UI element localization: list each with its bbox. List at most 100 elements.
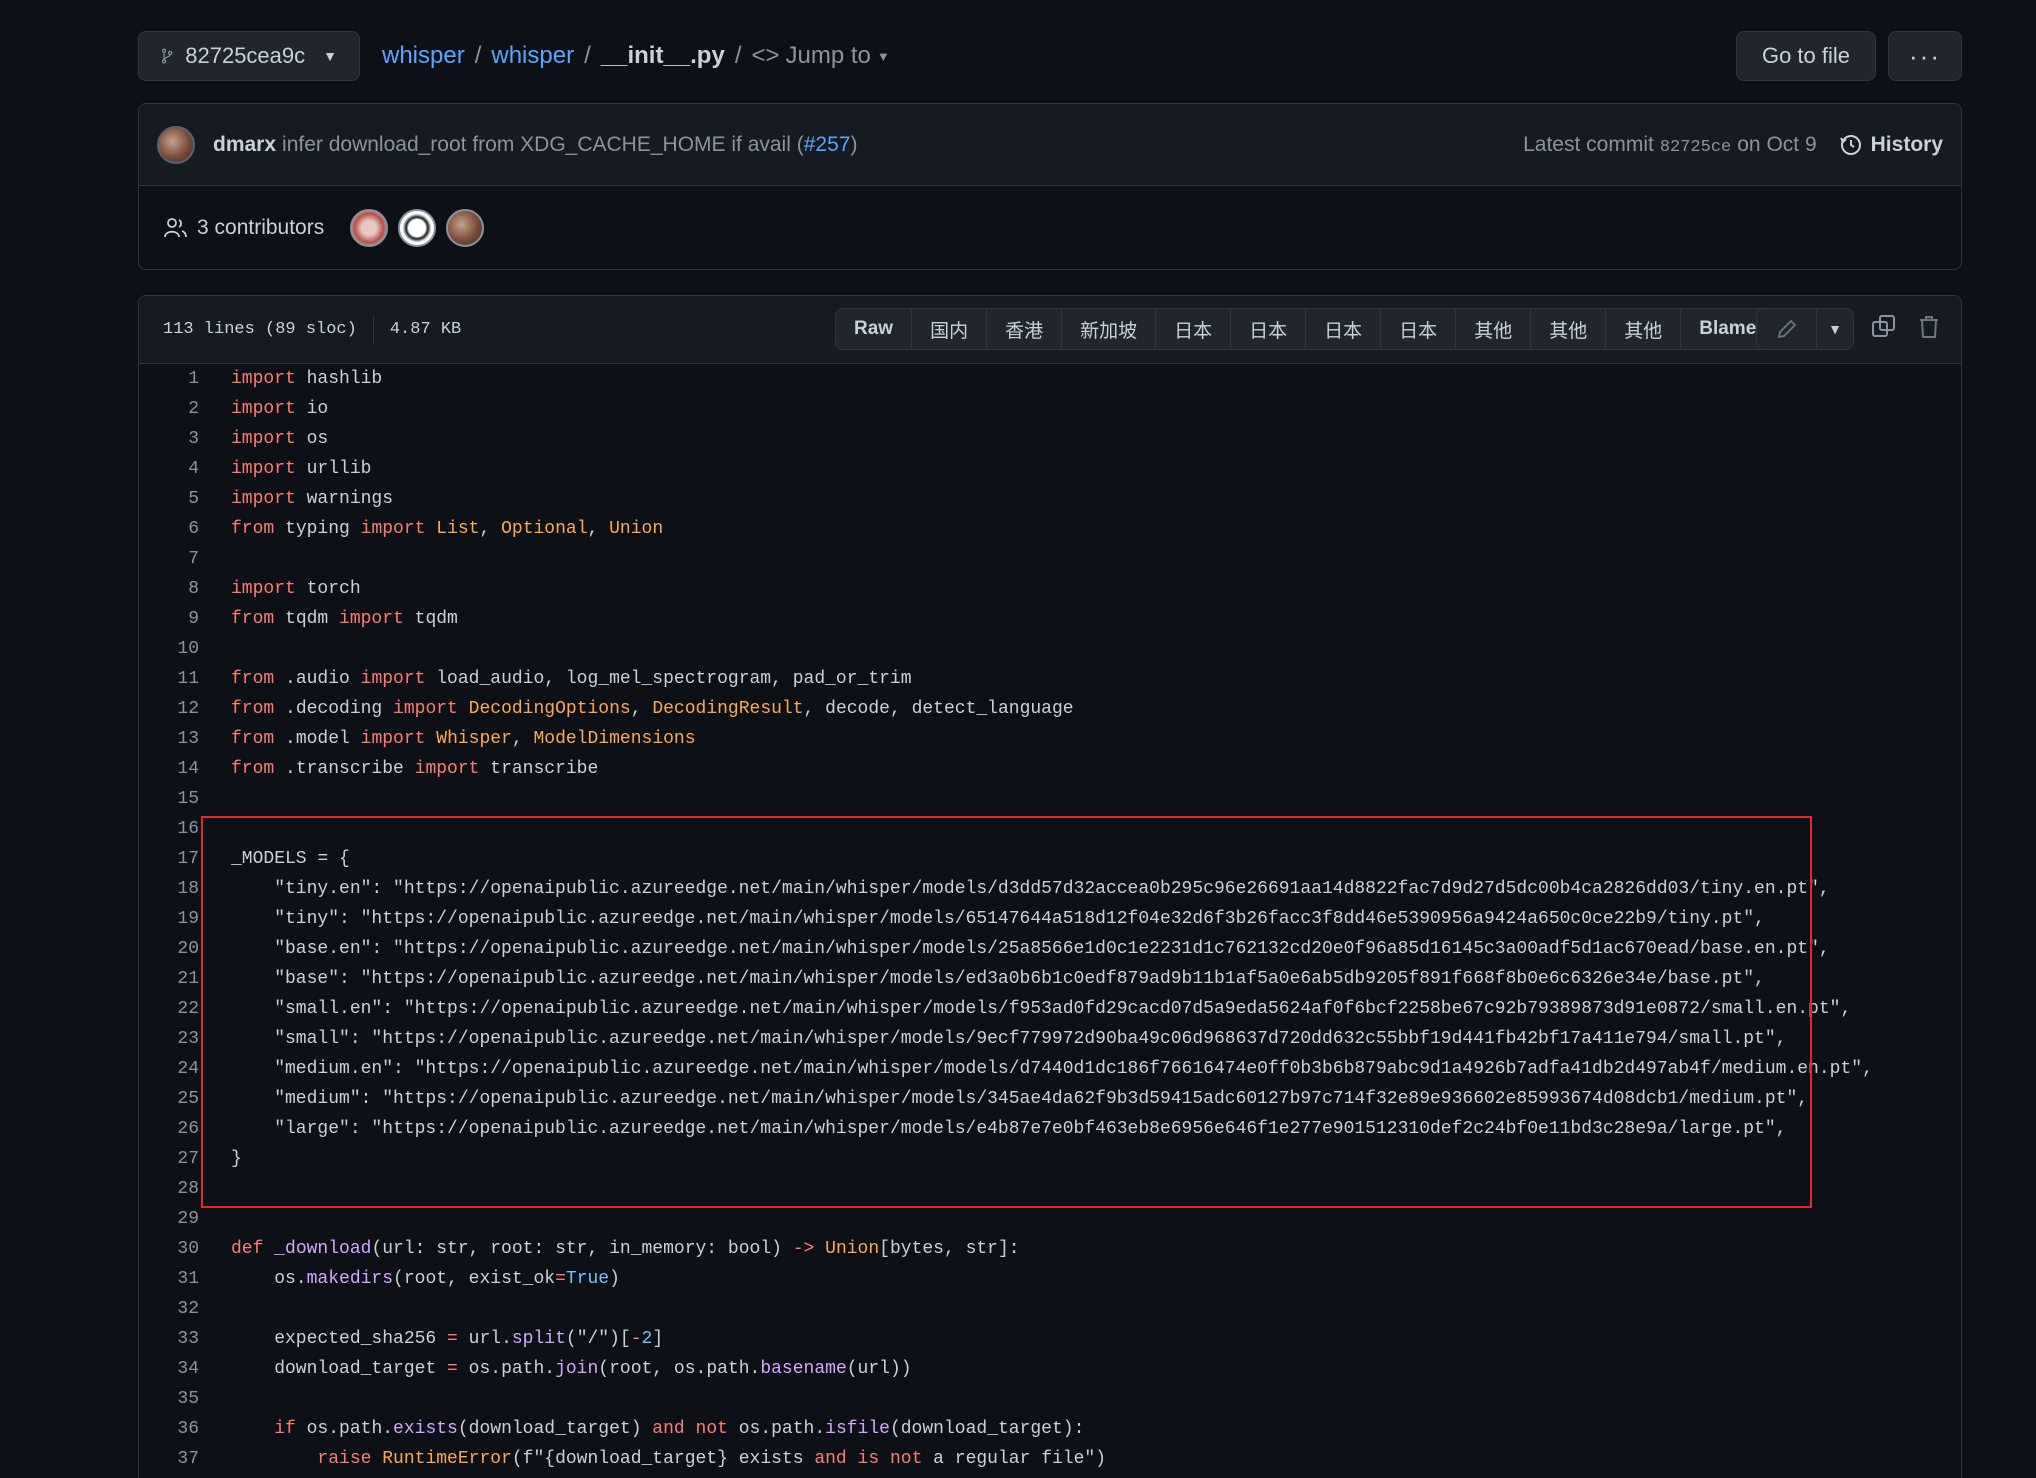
commit-author[interactable]: dmarx — [213, 133, 276, 157]
line-number[interactable]: 11 — [139, 669, 199, 689]
avatar[interactable] — [157, 125, 195, 164]
line-number[interactable]: 37 — [139, 1449, 199, 1469]
breadcrumb-repo-link[interactable]: whisper — [382, 42, 465, 70]
line-number[interactable]: 26 — [139, 1119, 199, 1139]
code-line: 21 "base": "https://openaipublic.azureed… — [139, 964, 1961, 994]
mirror-button-other-3[interactable]: 其他 — [1606, 309, 1682, 349]
mirror-button-sg[interactable]: 新加坡 — [1062, 309, 1157, 349]
line-number[interactable]: 27 — [139, 1149, 199, 1169]
line-number[interactable]: 19 — [139, 909, 199, 929]
code-text: expected_sha256 = url.split("/")[-2] — [231, 1329, 664, 1349]
go-to-file-button[interactable]: Go to file — [1736, 31, 1876, 81]
line-number[interactable]: 28 — [139, 1179, 199, 1199]
commit-date: on Oct 9 — [1737, 132, 1817, 156]
latest-commit-info: Latest commit 82725ce on Oct 9 — [1523, 133, 1817, 157]
mirror-button-other-1[interactable]: 其他 — [1456, 309, 1532, 349]
more-options-button[interactable]: ··· — [1888, 31, 1962, 81]
line-number[interactable]: 36 — [139, 1419, 199, 1439]
file-size: 4.87 KB — [389, 320, 462, 339]
copy-icon[interactable] — [1871, 314, 1897, 340]
breadcrumb-file-name: __init__.py — [600, 42, 725, 69]
code-text: "small": "https://openaipublic.azureedge… — [231, 1029, 1787, 1049]
line-number[interactable]: 25 — [139, 1089, 199, 1109]
code-icon: <> — [751, 42, 780, 69]
line-number[interactable]: 32 — [139, 1299, 199, 1319]
edit-dropdown-button[interactable]: ▼ — [1817, 309, 1853, 349]
avatar[interactable] — [350, 209, 389, 247]
line-number[interactable]: 2 — [139, 399, 199, 419]
line-number[interactable]: 35 — [139, 1389, 199, 1409]
commit-sha[interactable]: 82725ce — [1660, 138, 1731, 157]
trash-icon[interactable] — [1918, 314, 1940, 340]
line-number[interactable]: 13 — [139, 729, 199, 749]
code-line: 15 — [139, 784, 1961, 814]
line-number[interactable]: 33 — [139, 1329, 199, 1349]
edit-button[interactable] — [1757, 309, 1817, 349]
mirror-button-cn[interactable]: 国内 — [912, 309, 988, 349]
line-number[interactable]: 18 — [139, 879, 199, 899]
line-number[interactable]: 31 — [139, 1269, 199, 1289]
avatar[interactable] — [446, 209, 485, 247]
mirror-button-jp-2[interactable]: 日本 — [1231, 309, 1307, 349]
line-number[interactable]: 5 — [139, 489, 199, 509]
code-text: import io — [231, 399, 329, 419]
line-number[interactable]: 34 — [139, 1359, 199, 1379]
code-text: raise RuntimeError(f"{download_target} e… — [317, 1449, 1107, 1469]
code-line: 18 "tiny.en": "https://openaipublic.azur… — [139, 874, 1961, 904]
line-number[interactable]: 23 — [139, 1029, 199, 1049]
code-line: 13 from .model import Whisper, ModelDimen… — [139, 724, 1961, 754]
commit-info-box: dmarx infer download_root from XDG_CACHE… — [138, 103, 1962, 270]
line-number[interactable]: 29 — [139, 1209, 199, 1229]
code-text: download_target = os.path.join(root, os.… — [231, 1359, 912, 1379]
code-line: 5 import warnings — [139, 484, 1961, 514]
line-number[interactable]: 30 — [139, 1239, 199, 1259]
code-line: 25 "medium": "https://openaipublic.azure… — [139, 1084, 1961, 1114]
pr-link[interactable]: #257 — [804, 133, 851, 156]
mirror-button-hk[interactable]: 香港 — [987, 309, 1063, 349]
line-number[interactable]: 7 — [139, 549, 199, 569]
code-line: 28 — [139, 1174, 1961, 1204]
raw-button[interactable]: Raw — [836, 309, 913, 349]
file-line-count: 113 lines (89 sloc) — [163, 320, 357, 339]
line-number[interactable]: 24 — [139, 1059, 199, 1079]
branch-name: 82725cea9c — [185, 43, 306, 68]
mirror-button-jp-3[interactable]: 日本 — [1306, 309, 1382, 349]
line-number[interactable]: 9 — [139, 609, 199, 629]
branch-selector[interactable]: 82725cea9c ▼ — [138, 31, 360, 81]
code-text: from tqdm import tqdm — [231, 609, 458, 629]
line-number[interactable]: 3 — [139, 429, 199, 449]
jump-to-button[interactable]: <> Jump to ▼ — [751, 42, 889, 70]
line-number[interactable]: 4 — [139, 459, 199, 479]
line-number[interactable]: 20 — [139, 939, 199, 959]
history-button[interactable]: History — [1839, 133, 1943, 157]
line-number[interactable]: 10 — [139, 639, 199, 659]
code-line: 1 import hashlib — [139, 364, 1961, 394]
breadcrumb-separator: / — [734, 42, 742, 69]
line-number[interactable]: 12 — [139, 699, 199, 719]
line-number[interactable]: 1 — [139, 369, 199, 389]
code-text: "base": "https://openaipublic.azureedge.… — [231, 969, 1765, 989]
code-text: def _download(url: str, root: str, in_me… — [231, 1239, 1020, 1259]
line-number[interactable]: 16 — [139, 819, 199, 839]
contributors-count[interactable]: 3 contributors — [197, 216, 324, 240]
code-line: 24 "medium.en": "https://openaipublic.az… — [139, 1054, 1961, 1084]
git-branch-icon — [161, 48, 173, 64]
mirror-button-jp-4[interactable]: 日本 — [1381, 309, 1457, 349]
line-number[interactable]: 14 — [139, 759, 199, 779]
line-number[interactable]: 17 — [139, 849, 199, 869]
commit-message[interactable]: infer download_root from XDG_CACHE_HOME … — [282, 133, 857, 157]
chevron-down-icon: ▼ — [323, 48, 337, 64]
mirror-button-other-2[interactable]: 其他 — [1531, 309, 1607, 349]
line-number[interactable]: 21 — [139, 969, 199, 989]
contributor-avatars — [350, 209, 485, 247]
breadcrumb-folder-link[interactable]: whisper — [491, 42, 574, 70]
mirror-button-jp-1[interactable]: 日本 — [1156, 309, 1232, 349]
people-icon — [164, 218, 187, 238]
line-number[interactable]: 6 — [139, 519, 199, 539]
line-number[interactable]: 15 — [139, 789, 199, 809]
avatar[interactable] — [398, 209, 437, 247]
code-line: 10 — [139, 634, 1961, 664]
code-line: 36 if os.path.exists(download_target) an… — [139, 1414, 1961, 1444]
line-number[interactable]: 22 — [139, 999, 199, 1019]
line-number[interactable]: 8 — [139, 579, 199, 599]
